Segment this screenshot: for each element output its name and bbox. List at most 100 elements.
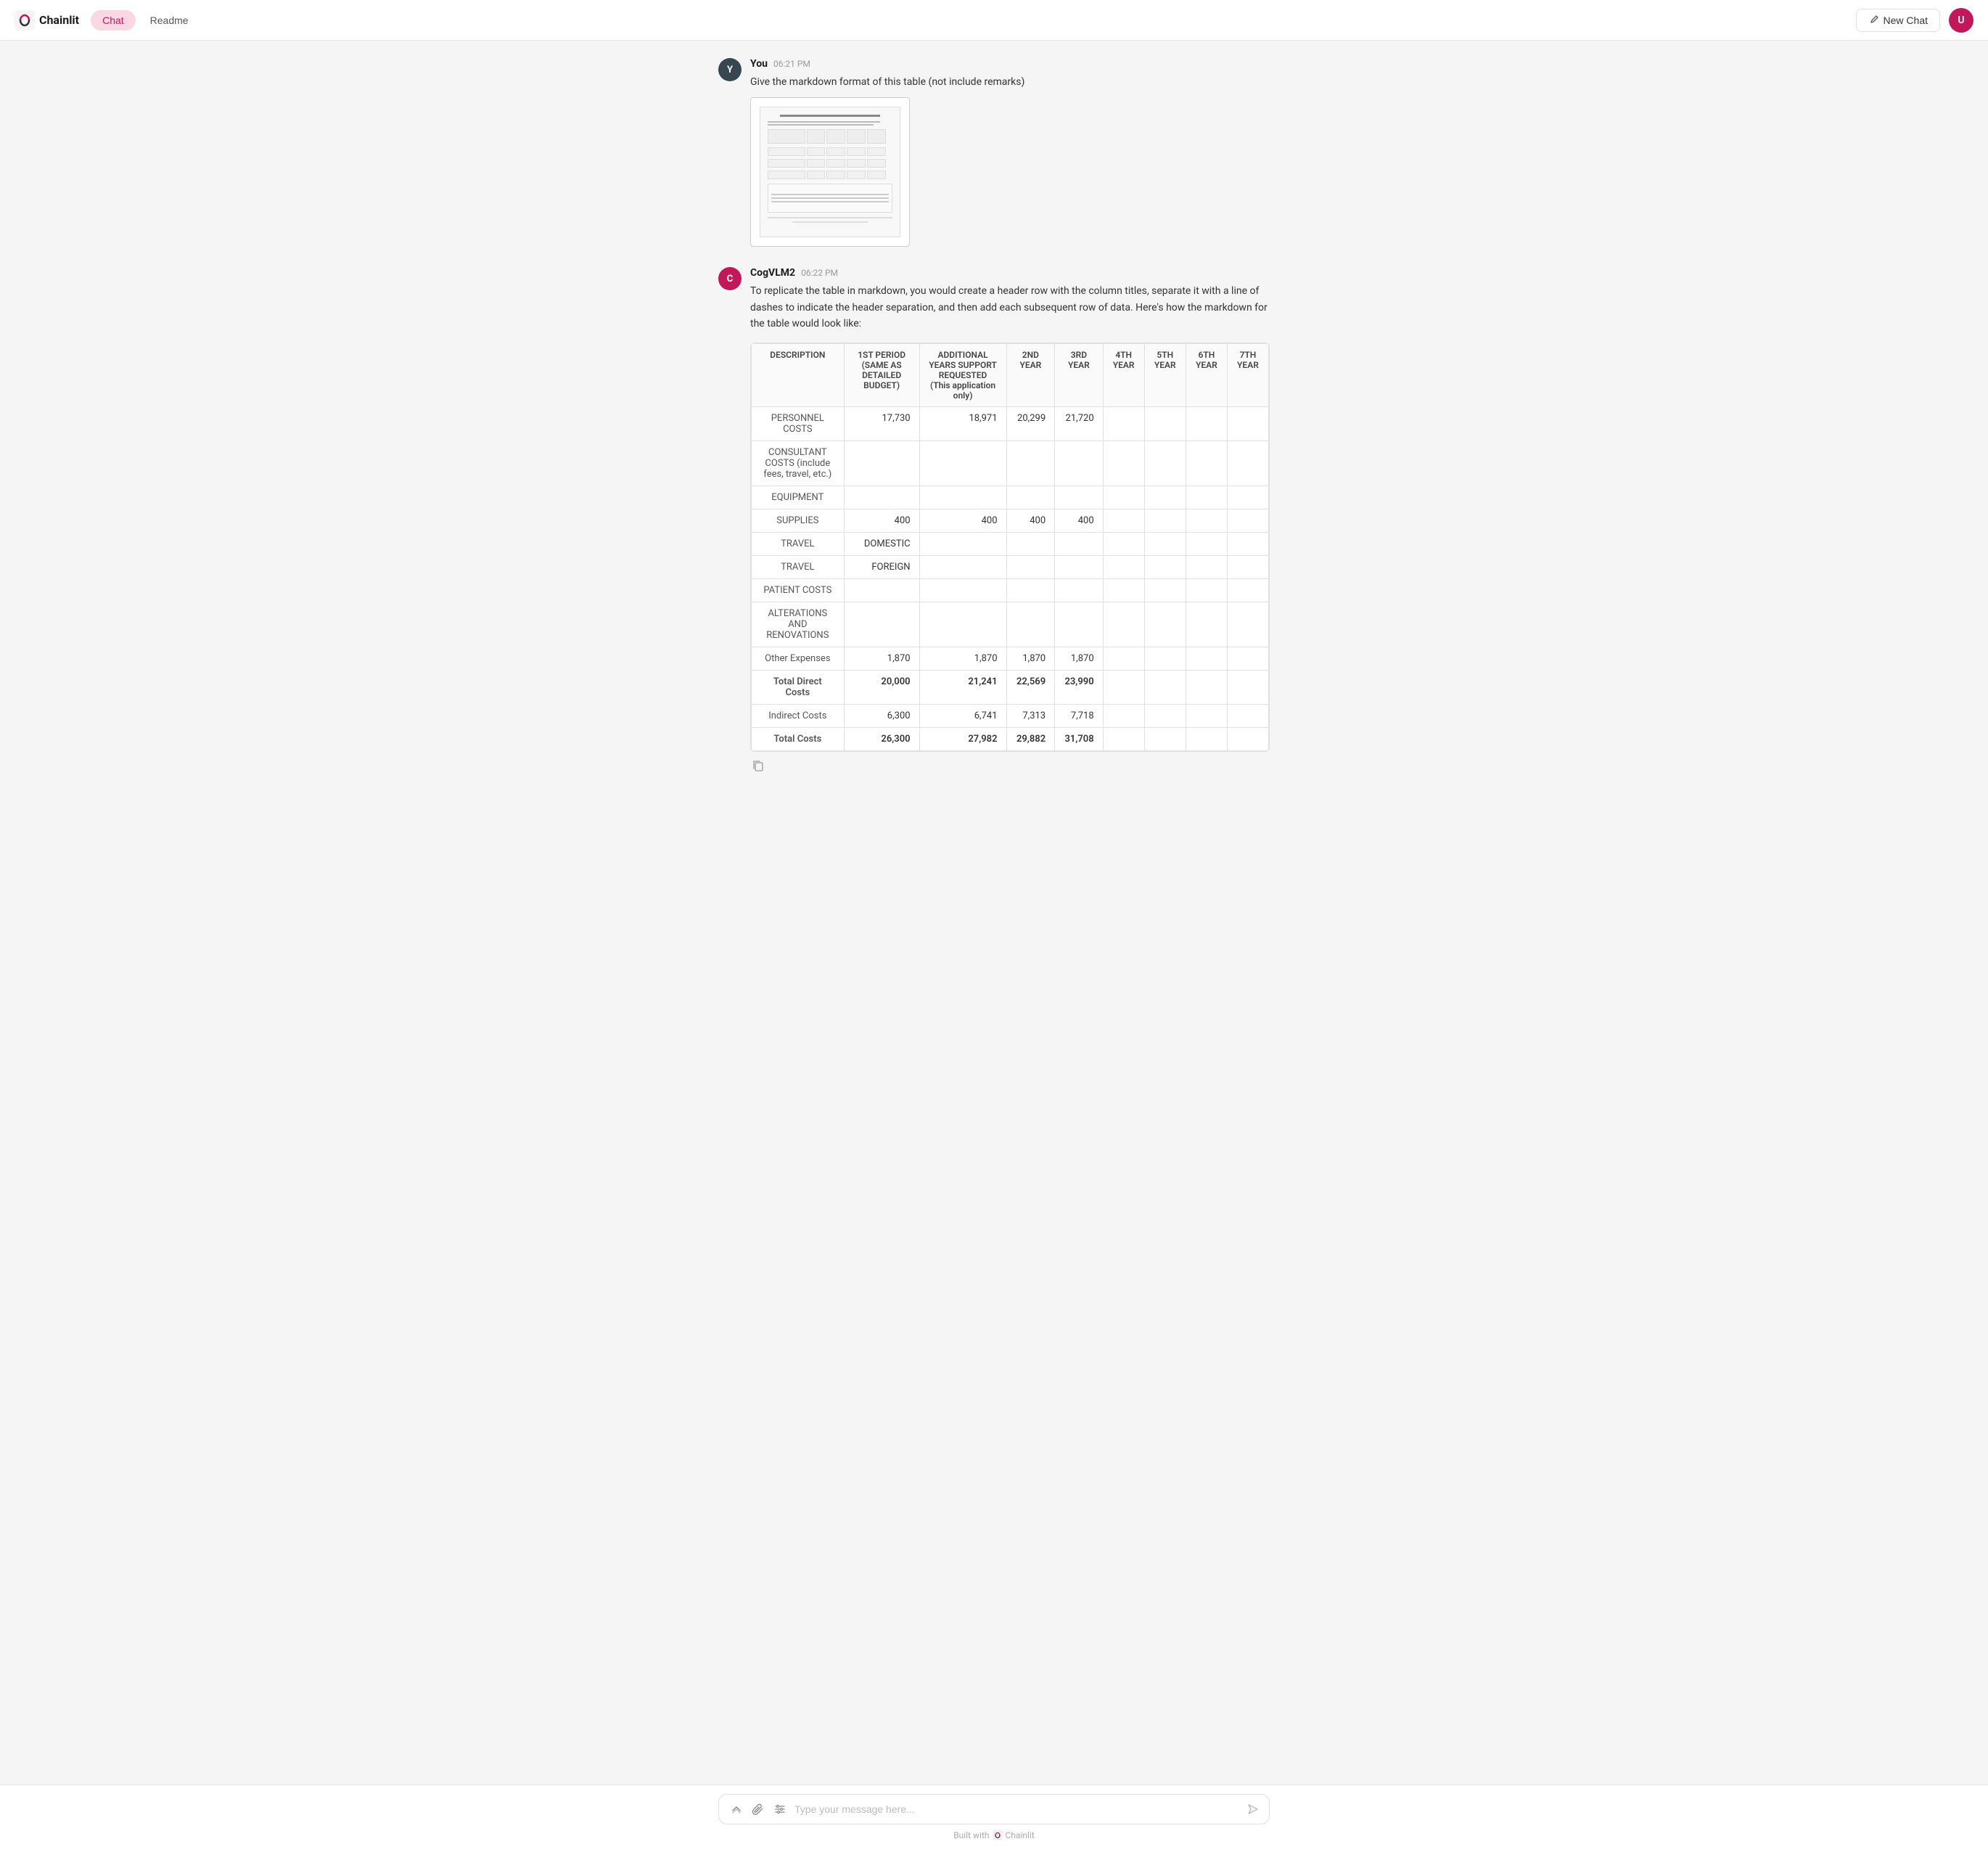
bot-msg-header: CogVLM2 06:22 PM [750,267,1270,279]
table-cell-value [919,532,1006,555]
table-cell-value: 18,971 [919,406,1006,441]
table-cell-value [1144,578,1186,602]
paperclip-icon [752,1803,764,1815]
table-cell-value: 23,990 [1055,670,1104,704]
table-cell-value [1055,485,1104,509]
table-cell-value [1186,509,1227,532]
table-cell-value [844,441,919,485]
table-row: Indirect Costs6,3006,7417,3137,718 [752,704,1269,727]
table-cell-value [1144,670,1186,704]
logo-text: Chainlit [39,13,79,27]
copy-button[interactable] [750,758,765,772]
send-button[interactable] [1247,1803,1259,1815]
table-cell-value [1227,532,1268,555]
tab-readme[interactable]: Readme [139,10,200,30]
attach-button[interactable] [751,1802,765,1816]
table-cell-desc: EQUIPMENT [752,485,845,509]
table-cell-value [1006,532,1055,555]
table-cell-value [1103,670,1144,704]
table-cell-desc: CONSULTANT COSTS (include fees, travel, … [752,441,845,485]
sliders-icon [774,1803,786,1815]
table-cell-value [919,602,1006,647]
message-input[interactable] [794,1803,1240,1815]
th-2nd-year: 2ND YEAR [1006,343,1055,406]
table-row: Total Costs26,30027,98229,88231,708 [752,727,1269,750]
copy-icon-svg [752,759,765,772]
new-chat-button[interactable]: New Chat [1856,9,1940,32]
th-6th-year: 6TH YEAR [1186,343,1227,406]
table-cell-value [1144,406,1186,441]
table-cell-value [1103,578,1144,602]
table-cell-value [1227,406,1268,441]
table-cell-value [1103,406,1144,441]
table-cell-value [1144,532,1186,555]
table-row: PERSONNEL COSTS17,73018,97120,29921,720 [752,406,1269,441]
table-cell-value: 400 [919,509,1006,532]
table-cell-value: 7,313 [1006,704,1055,727]
table-cell-value [1186,555,1227,578]
user-message-content: You 06:21 PM Give the markdown format of… [750,58,1270,247]
th-5th-year: 5TH YEAR [1144,343,1186,406]
table-cell-value [1227,727,1268,750]
table-cell-desc: PERSONNEL COSTS [752,406,845,441]
table-cell-value [1103,727,1144,750]
settings-button[interactable] [773,1802,787,1816]
user-name: You [750,58,768,70]
table-cell-value: 400 [1055,509,1104,532]
document-image [750,97,910,247]
table-cell-value [1103,532,1144,555]
table-cell-value [1103,704,1144,727]
table-cell-value [1186,485,1227,509]
th-7th-year: 7TH YEAR [1227,343,1268,406]
user-avatar-msg: Y [718,58,742,81]
logo: Chainlit [15,10,79,30]
table-cell-desc: SUPPLIES [752,509,845,532]
table-cell-desc: Total Direct Costs [752,670,845,704]
user-msg-time: 06:21 PM [773,59,810,69]
bot-name: CogVLM2 [750,267,795,279]
table-cell-value [919,441,1006,485]
table-row: SUPPLIES400400400400 [752,509,1269,532]
table-cell-value [1227,555,1268,578]
table-cell-value [1103,602,1144,647]
th-3rd-year: 3RD YEAR [1055,343,1104,406]
table-header-row: DESCRIPTION 1ST PERIOD (SAME AS DETAILED… [752,343,1269,406]
table-cell-value [1186,704,1227,727]
table-cell-value [844,485,919,509]
bot-message-content: CogVLM2 06:22 PM To replicate the table … [750,267,1270,771]
table-cell-value [1103,485,1144,509]
table-cell-value [1144,647,1186,670]
tab-chat[interactable]: Chat [91,10,136,30]
table-cell-value [1144,555,1186,578]
th-additional-years: ADDITIONAL YEARS SUPPORT REQUESTED (This… [919,343,1006,406]
table-row: Total Direct Costs20,00021,24122,56923,9… [752,670,1269,704]
table-cell-value [1227,485,1268,509]
table-cell-value [1055,555,1104,578]
message-user: Y You 06:21 PM Give the markdown format … [718,58,1270,247]
table-row: PATIENT COSTS [752,578,1269,602]
table-cell-value [1144,441,1186,485]
table-cell-value: 21,720 [1055,406,1104,441]
user-avatar[interactable]: U [1949,8,1973,33]
table-cell-value [1186,727,1227,750]
table-cell-desc: PATIENT COSTS [752,578,845,602]
input-bar [718,1794,1270,1824]
table-cell-value: 17,730 [844,406,919,441]
user-msg-text: Give the markdown format of this table (… [750,74,1270,90]
table-cell-value [1103,647,1144,670]
table-cell-value [1186,406,1227,441]
table-cell-value [1227,602,1268,647]
chainlit-logo-icon [15,10,35,30]
table-cell-value [1103,555,1144,578]
edit-icon [1868,15,1879,25]
app-header: Chainlit Chat Readme New Chat U [0,0,1988,41]
markdown-table-wrapper: DESCRIPTION 1ST PERIOD (SAME AS DETAILED… [750,343,1270,752]
table-cell-value: 1,870 [1006,647,1055,670]
table-cell-value [919,578,1006,602]
chat-inner: Y You 06:21 PM Give the markdown format … [718,58,1270,772]
table-row: TRAVELFOREIGN [752,555,1269,578]
scroll-to-top-button[interactable] [729,1802,744,1816]
table-cell-value: 20,299 [1006,406,1055,441]
table-cell-value [1186,602,1227,647]
table-cell-value: 31,708 [1055,727,1104,750]
